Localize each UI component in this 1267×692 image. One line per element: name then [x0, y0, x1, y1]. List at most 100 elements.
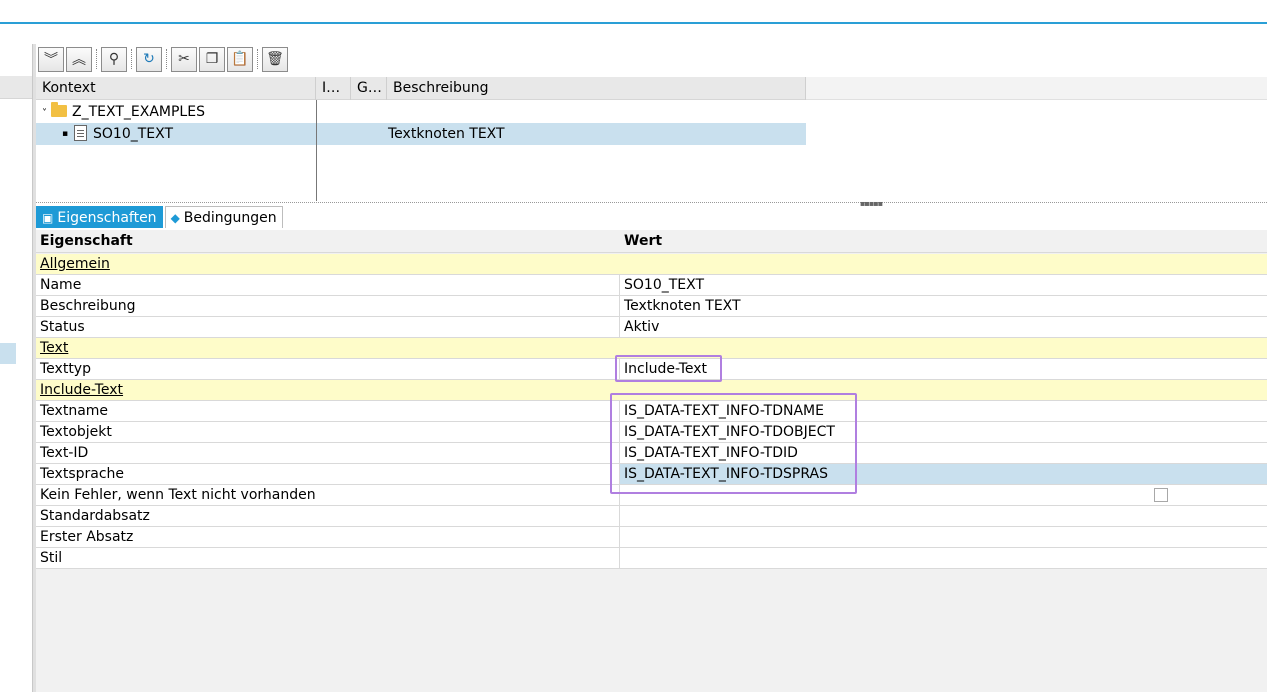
property-label: Textsprache — [36, 464, 620, 484]
group-row-text[interactable]: Text — [36, 338, 1267, 359]
property-value[interactable]: IS_DATA-TEXT_INFO-TDNAME — [620, 401, 1267, 421]
tree-node-description: Textknoten TEXT — [388, 126, 505, 142]
context-tree: Kontext I… G… Beschreibung ˅ Z_TEXT_EXAMP… — [36, 77, 1267, 202]
property-value[interactable]: Textknoten TEXT — [620, 296, 1267, 316]
tree-header-filler — [806, 77, 1267, 100]
tab-label: Eigenschaften — [57, 209, 157, 226]
top-accent-line — [0, 22, 1267, 24]
property-value[interactable] — [620, 548, 1267, 568]
property-row-textobjekt[interactable]: Textobjekt IS_DATA-TEXT_INFO-TDOBJECT — [36, 422, 1267, 443]
collapse-all-button[interactable]: ︽ — [66, 46, 92, 72]
property-row-text-id[interactable]: Text-ID IS_DATA-TEXT_INFO-TDID — [36, 443, 1267, 464]
column-header-wert[interactable]: Wert — [620, 230, 1267, 253]
delete-button[interactable]: 🗑 — [262, 46, 288, 72]
property-value[interactable]: Aktiv — [620, 317, 1267, 337]
expand-all-button[interactable]: ︾ — [38, 46, 64, 72]
toolbar-separator — [131, 49, 132, 69]
toolbar: ︾ ︽ ⚲ ↻ ✂ ❐ 📋 🗑 — [38, 46, 290, 72]
property-value — [620, 380, 1267, 400]
property-value — [620, 338, 1267, 358]
paste-button[interactable]: 📋 — [227, 46, 253, 72]
column-header-g[interactable]: G… — [351, 77, 387, 100]
conditions-icon: ◆ — [170, 210, 180, 225]
tree-node-label: SO10_TEXT — [93, 126, 174, 142]
property-row-status[interactable]: Status Aktiv — [36, 317, 1267, 338]
chevron-down-icon[interactable]: ˅ — [42, 108, 47, 119]
left-panel-selection[interactable] — [0, 343, 16, 364]
toolbar-separator — [257, 49, 258, 69]
binoculars-icon: ⚲ — [108, 51, 120, 67]
kein-fehler-checkbox[interactable] — [1154, 488, 1168, 502]
tab-bedingungen[interactable]: ◆ Bedingungen — [164, 206, 283, 228]
property-row-textsprache[interactable]: Textsprache IS_DATA-TEXT_INFO-TDSPRAS — [36, 464, 1267, 485]
property-value[interactable]: IS_DATA-TEXT_INFO-TDSPRAS — [620, 464, 1267, 484]
scissors-icon: ✂ — [178, 51, 190, 67]
property-row-name[interactable]: Name SO10_TEXT — [36, 275, 1267, 296]
property-label: Textobjekt — [36, 422, 620, 442]
grid-header: Eigenschaft Wert — [36, 230, 1267, 253]
bullet-icon: ▪ — [62, 129, 69, 139]
column-header-i[interactable]: I… — [316, 77, 351, 100]
property-row-kein-fehler[interactable]: Kein Fehler, wenn Text nicht vorhanden — [36, 485, 1267, 506]
property-label[interactable]: Text — [36, 338, 620, 358]
tree-column-divider — [316, 100, 317, 201]
property-label: Texttyp — [36, 359, 620, 379]
tree-header: Kontext I… G… Beschreibung — [36, 77, 806, 100]
property-value[interactable]: Include-Text — [620, 359, 1267, 379]
property-tabs: ▣ Eigenschaften ◆ Bedingungen — [36, 206, 285, 228]
copy-icon: ❐ — [205, 51, 219, 67]
refresh-button[interactable]: ↻ — [136, 46, 162, 72]
splitter-grip-icon[interactable]: ▪▪▪▪▪ — [860, 199, 883, 208]
double-chevron-down-icon: ︾ — [44, 52, 58, 68]
property-value[interactable] — [620, 506, 1267, 526]
property-grid: Eigenschaft Wert Allgemein Name SO10_TEXT… — [36, 230, 1267, 692]
property-value[interactable]: IS_DATA-TEXT_INFO-TDID — [620, 443, 1267, 463]
tree-node-z-text-examples[interactable]: ˅ Z_TEXT_EXAMPLES — [42, 101, 316, 123]
copy-button[interactable]: ❐ — [199, 46, 225, 72]
tree-node-label: Z_TEXT_EXAMPLES — [72, 104, 205, 120]
property-label: Erster Absatz — [36, 527, 620, 547]
toolbar-separator — [166, 49, 167, 69]
property-label[interactable]: Include-Text — [36, 380, 620, 400]
property-value[interactable]: SO10_TEXT — [620, 275, 1267, 295]
column-header-kontext[interactable]: Kontext — [36, 77, 316, 100]
property-row-erster-absatz[interactable]: Erster Absatz — [36, 527, 1267, 548]
trash-icon: 🗑 — [266, 51, 284, 67]
find-button[interactable]: ⚲ — [101, 46, 127, 72]
cut-button[interactable]: ✂ — [171, 46, 197, 72]
text-node-icon — [74, 125, 87, 141]
column-header-eigenschaft[interactable]: Eigenschaft — [36, 230, 620, 253]
property-row-stil[interactable]: Stil — [36, 548, 1267, 569]
toolbar-separator — [96, 49, 97, 69]
property-value-cell — [620, 485, 1267, 505]
property-value — [620, 254, 1267, 274]
group-row-include-text[interactable]: Include-Text — [36, 380, 1267, 401]
property-row-beschreibung[interactable]: Beschreibung Textknoten TEXT — [36, 296, 1267, 317]
group-row-allgemein[interactable]: Allgemein — [36, 254, 1267, 275]
left-panel — [0, 76, 32, 692]
property-label: Standardabsatz — [36, 506, 620, 526]
property-label: Text-ID — [36, 443, 620, 463]
refresh-icon: ↻ — [143, 51, 155, 67]
property-label: Kein Fehler, wenn Text nicht vorhanden — [36, 485, 620, 505]
property-row-texttyp[interactable]: Texttyp Include-Text — [36, 359, 1267, 380]
left-panel-header — [0, 76, 32, 99]
property-label: Textname — [36, 401, 620, 421]
tree-node-so10-text[interactable]: ▪ SO10_TEXT Textknoten TEXT — [36, 123, 806, 145]
double-chevron-up-icon: ︽ — [72, 52, 86, 68]
property-label: Stil — [36, 548, 620, 568]
property-label[interactable]: Allgemein — [36, 254, 620, 274]
property-label: Beschreibung — [36, 296, 620, 316]
pane-divider[interactable] — [36, 202, 1267, 203]
property-value[interactable]: IS_DATA-TEXT_INFO-TDOBJECT — [620, 422, 1267, 442]
tab-eigenschaften[interactable]: ▣ Eigenschaften — [36, 206, 163, 228]
property-value[interactable] — [620, 527, 1267, 547]
property-label: Status — [36, 317, 620, 337]
paste-icon: 📋 — [231, 51, 249, 67]
tab-label: Bedingungen — [183, 209, 277, 226]
properties-icon: ▣ — [42, 210, 54, 225]
property-row-textname[interactable]: Textname IS_DATA-TEXT_INFO-TDNAME — [36, 401, 1267, 422]
column-header-beschreibung[interactable]: Beschreibung — [387, 77, 806, 100]
property-row-standardabsatz[interactable]: Standardabsatz — [36, 506, 1267, 527]
property-label: Name — [36, 275, 620, 295]
